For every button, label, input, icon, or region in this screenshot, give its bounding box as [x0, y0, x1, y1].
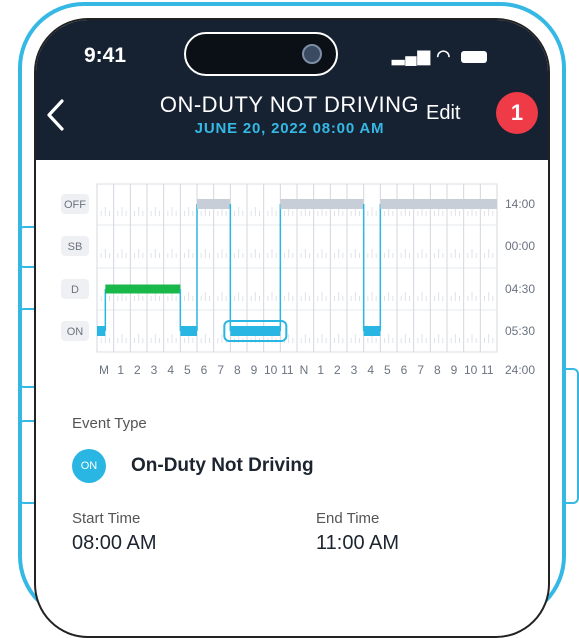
segment-on [97, 326, 106, 336]
row-total: 05:30 [505, 324, 535, 338]
row-total: 04:30 [505, 282, 535, 296]
end-time-label: End Time [316, 510, 380, 527]
hour-label: 7 [217, 363, 224, 377]
hour-label: 5 [184, 363, 191, 377]
segment-off [197, 199, 231, 209]
row-total: 24:00 [505, 363, 535, 377]
row-label-d: D [71, 284, 79, 296]
hour-label: 1 [117, 363, 124, 377]
duty-log-chart: OFFSBDON14:0000:0004:3005:3024:00M 1 2 3 4 5 6… [61, 183, 535, 377]
hour-label: N [300, 363, 309, 377]
status-on-circle: ON [72, 449, 106, 483]
segment-on [230, 326, 281, 336]
end-time-value[interactable]: 11:00 AM [316, 532, 399, 555]
row-label-on: ON [67, 326, 84, 338]
segment-off [280, 199, 364, 209]
start-time-value[interactable]: 08:00 AM [72, 532, 157, 555]
start-time-label: Start Time [72, 510, 141, 527]
row-label-sb: SB [68, 241, 83, 253]
row-total: 00:00 [505, 239, 535, 253]
segment-on [180, 326, 197, 336]
hour-label: 11 [481, 363, 494, 377]
hour-label: 9 [451, 363, 458, 377]
hour-label: 1 [317, 363, 324, 377]
hour-label: 8 [434, 363, 441, 377]
row-total: 14:00 [505, 197, 535, 211]
hour-label: 7 [417, 363, 424, 377]
segment-on [363, 326, 381, 336]
hour-label: 3 [351, 363, 358, 377]
hour-label: 10 [464, 363, 478, 377]
hour-label: M [99, 363, 109, 377]
row-label-off: OFF [64, 199, 86, 211]
hour-label: 11 [281, 363, 294, 377]
segment-d [105, 284, 181, 294]
hour-label: 9 [251, 363, 258, 377]
event-status-name: On-Duty Not Driving [131, 455, 314, 476]
hour-label: 2 [134, 363, 141, 377]
segment-off [380, 199, 497, 209]
hour-label: 6 [201, 363, 208, 377]
hour-label: 6 [401, 363, 408, 377]
hour-label: 2 [334, 363, 341, 377]
hour-label: 8 [234, 363, 241, 377]
hour-label: 4 [167, 363, 174, 377]
event-type-label: Event Type [72, 415, 147, 432]
hour-label: 5 [384, 363, 391, 377]
hour-label: 4 [367, 363, 374, 377]
hour-label: 10 [264, 363, 278, 377]
hour-label: 3 [151, 363, 158, 377]
